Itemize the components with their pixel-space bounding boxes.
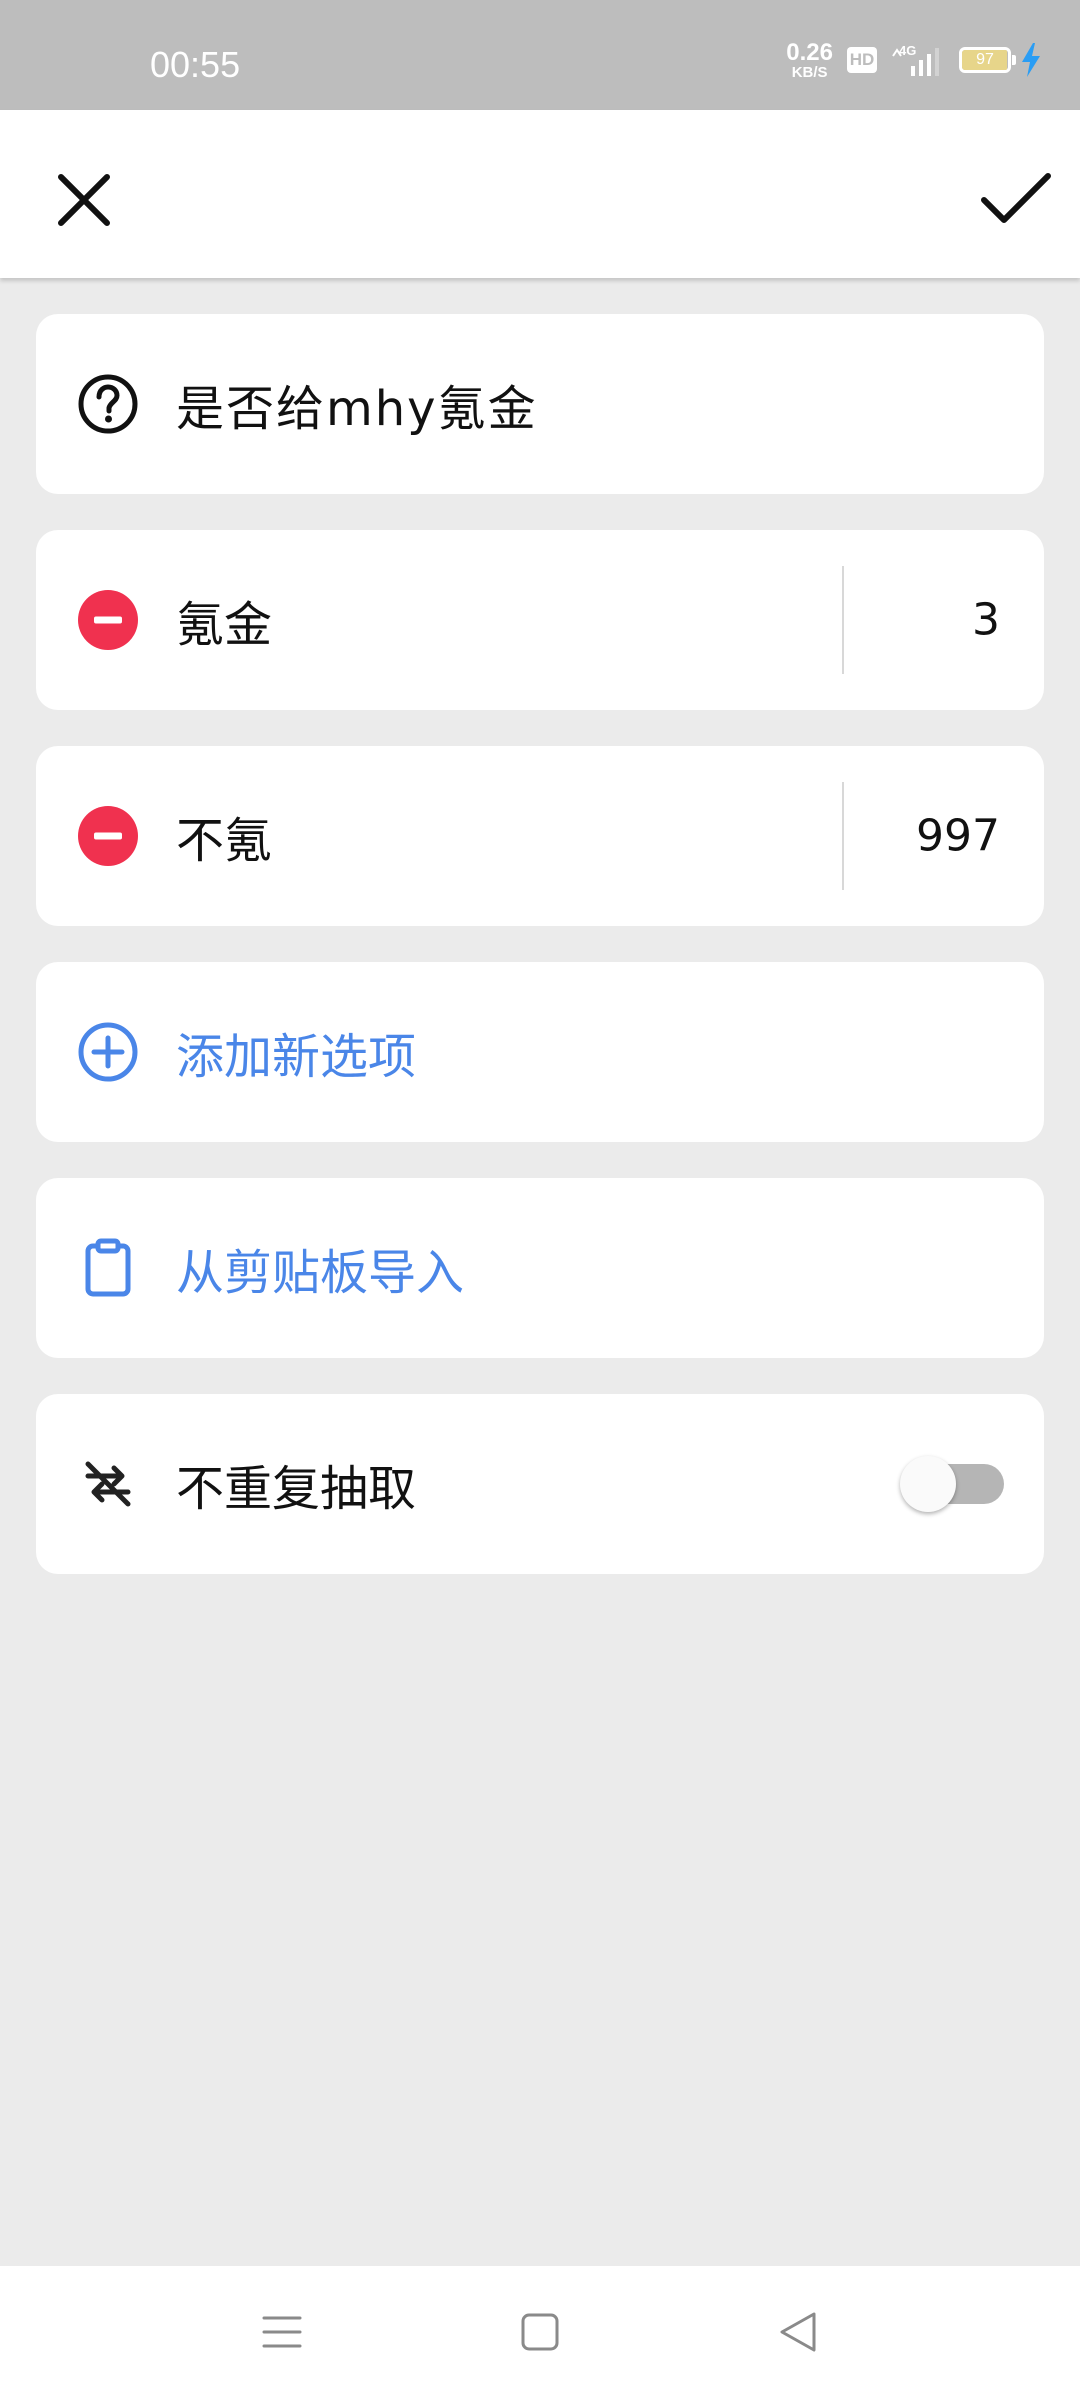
toggle-knob — [900, 1456, 956, 1512]
top-app-bar — [0, 110, 1080, 278]
battery-tip — [1012, 55, 1016, 65]
option-row[interactable]: 氪金 3 — [36, 530, 1044, 710]
add-option-label: 添加新选项 — [176, 1029, 417, 1085]
network-type: 4G — [899, 43, 916, 58]
option-label[interactable]: 不氪 — [176, 801, 272, 871]
battery-icon: 97 — [959, 47, 1011, 73]
add-option-button[interactable]: 添加新选项 — [36, 962, 1044, 1142]
remove-option-icon[interactable] — [78, 806, 138, 866]
system-navigation-bar — [0, 2266, 1080, 2400]
charging-bolt-icon — [1022, 43, 1040, 77]
option-weight[interactable]: 997 — [916, 811, 1000, 862]
menu-icon[interactable] — [250, 2300, 314, 2364]
plus-circle-icon — [78, 1022, 138, 1082]
no-repeat-label: 不重复抽取 — [176, 1461, 417, 1517]
back-triangle-icon[interactable] — [766, 2300, 830, 2364]
status-bar: 00:55 0.26 KB/S HD 4G 97 — [0, 0, 1080, 110]
no-repeat-row[interactable]: 不重复抽取 — [36, 1394, 1044, 1574]
option-divider — [842, 782, 844, 890]
status-time: 00:55 — [150, 44, 241, 85]
question-circle-icon — [78, 374, 138, 434]
hd-badge: HD — [847, 47, 877, 73]
question-text: 是否给mhy氪金 — [176, 381, 538, 437]
network-speed-value: 0.26 — [786, 38, 833, 66]
check-icon[interactable] — [976, 158, 1056, 238]
option-label[interactable]: 氪金 — [176, 585, 272, 655]
network-speed: 0.26 KB/S — [786, 38, 833, 81]
option-row[interactable]: 不氪 997 — [36, 746, 1044, 926]
no-repeat-toggle[interactable] — [900, 1456, 1004, 1512]
clipboard-icon — [85, 1238, 131, 1297]
battery-level: 97 — [976, 51, 994, 68]
remove-option-icon[interactable] — [78, 590, 138, 650]
battery-indicator: 97 — [959, 42, 1042, 78]
network-speed-unit: KB/S — [791, 63, 828, 81]
import-clipboard-button[interactable]: 从剪贴板导入 — [36, 1178, 1044, 1358]
signal-icon: 4G — [892, 43, 939, 76]
option-divider — [842, 566, 844, 674]
close-icon[interactable] — [44, 160, 124, 240]
import-clipboard-label: 从剪贴板导入 — [176, 1245, 465, 1301]
option-weight[interactable]: 3 — [972, 595, 1000, 646]
home-square-icon[interactable] — [508, 2300, 572, 2364]
question-card[interactable]: 是否给mhy氪金 — [36, 314, 1044, 494]
status-indicators: 0.26 KB/S HD 4G 97 — [786, 36, 1042, 84]
repeat-off-icon — [85, 1461, 131, 1507]
